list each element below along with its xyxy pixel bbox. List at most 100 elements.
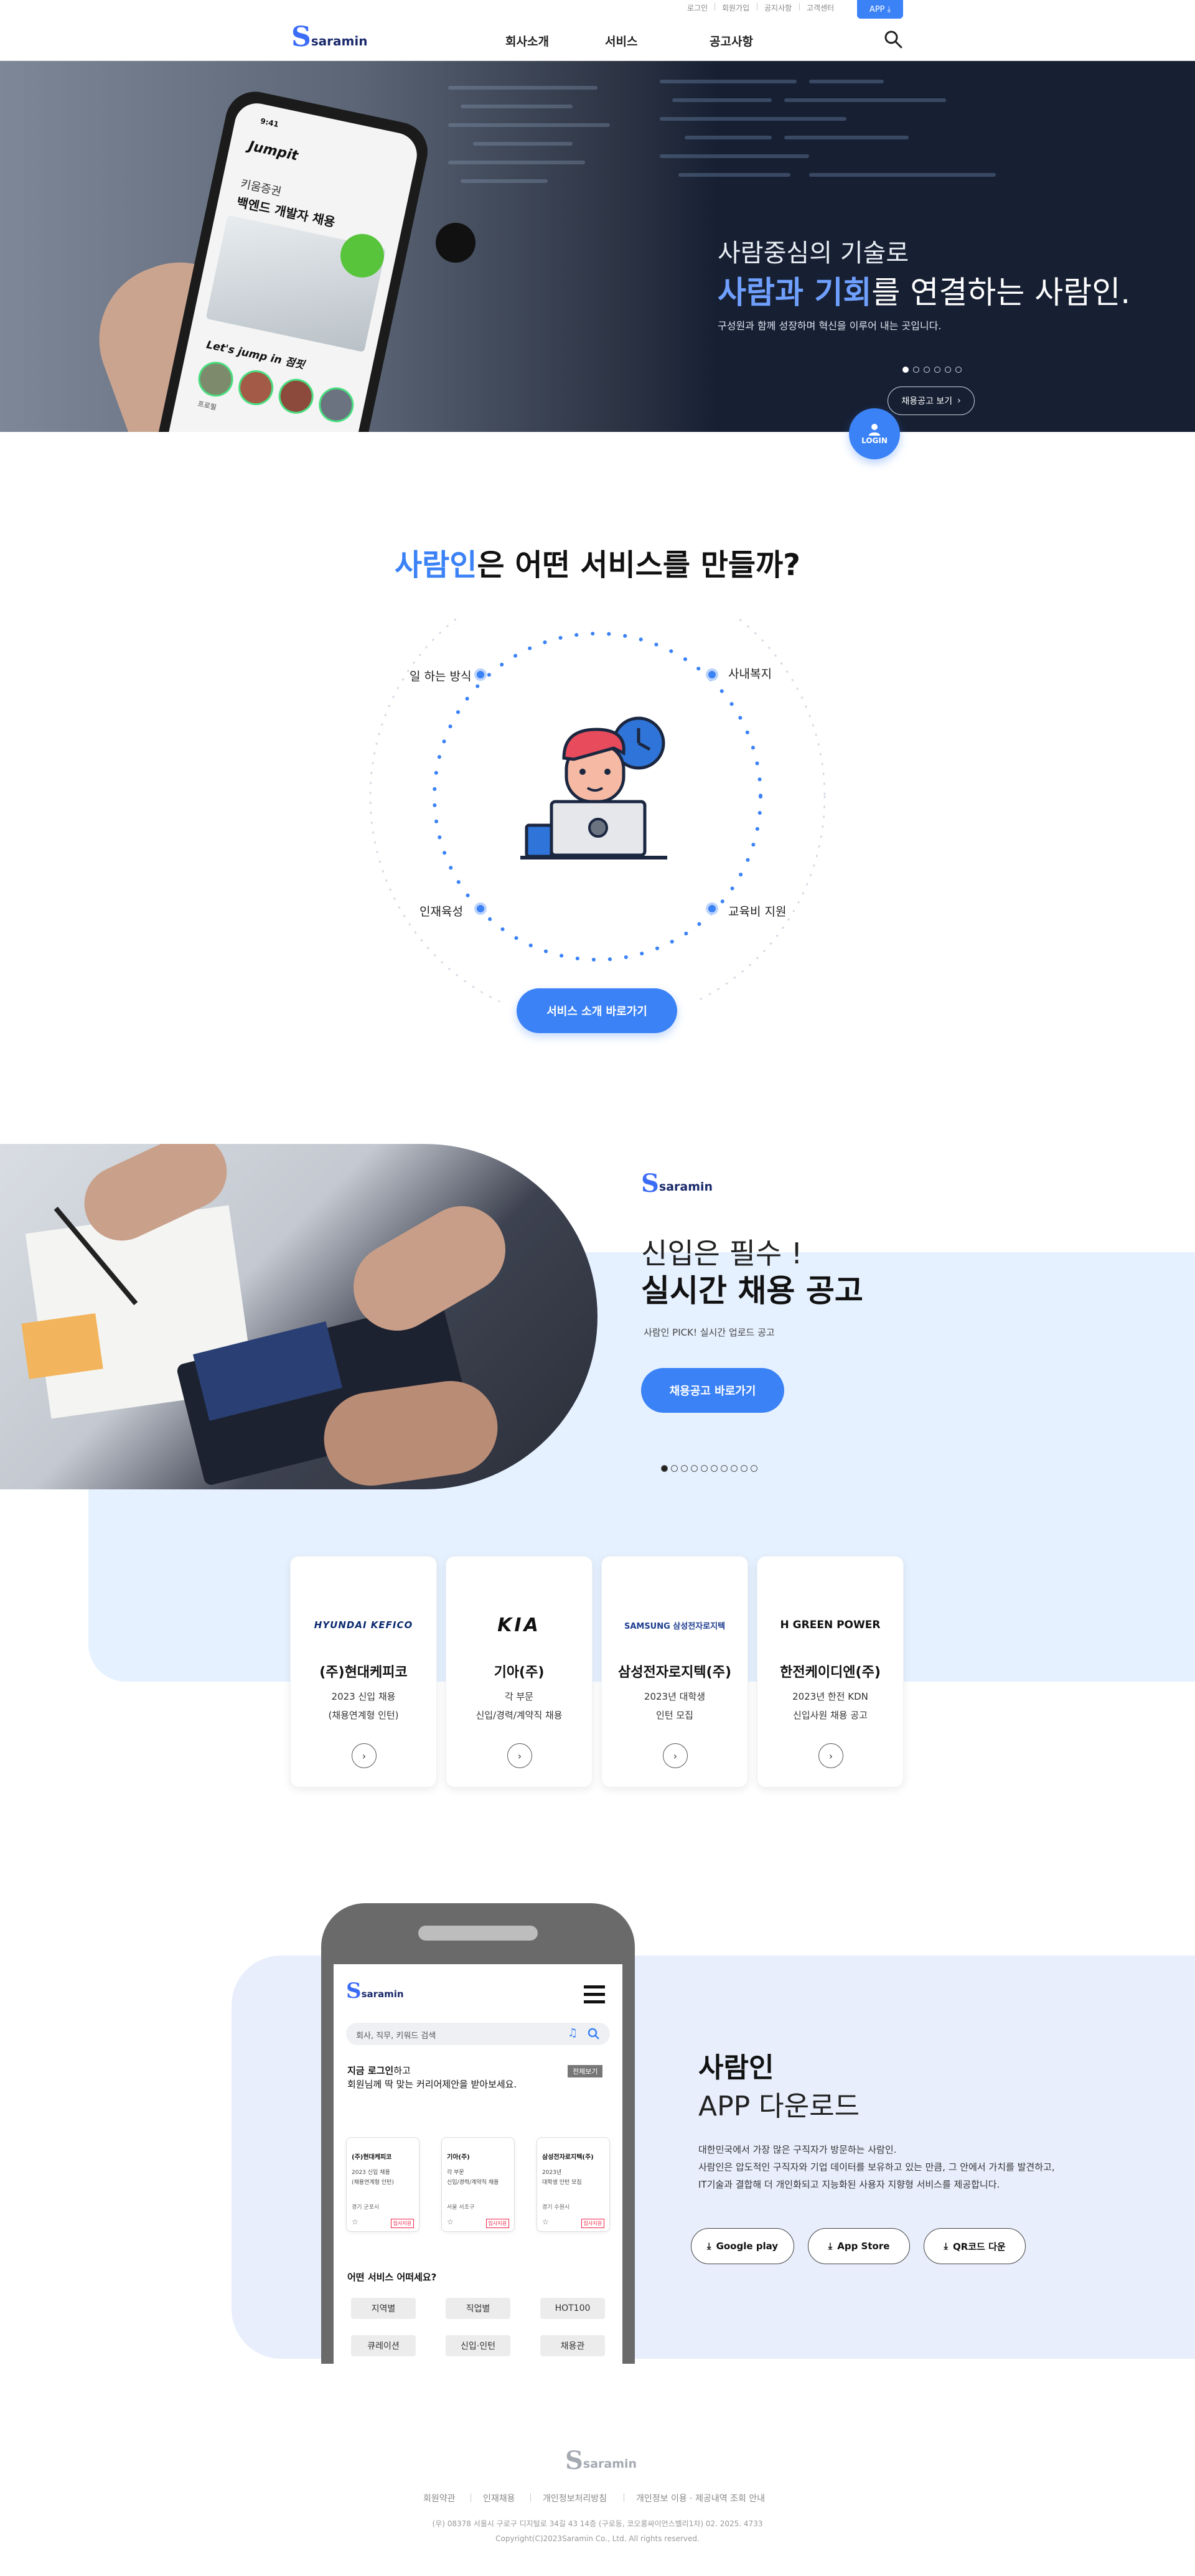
job-card[interactable]: SAMSUNG 삼성전자로지텍 삼성전자로지텍(주) 2023년 대학생 인턴 모… — [601, 1556, 748, 1787]
hero-phone-image: 9:41 Jumpit 키움증권 백엔드 개발자 채용 Let's jump i… — [152, 86, 433, 432]
mock-job-card[interactable]: 삼성전자로지텍(주) 2023년 대학생 인턴 모집 경기 수원시 ☆ 입사지원 — [537, 2137, 610, 2232]
recruit-slide-dot[interactable] — [671, 1465, 678, 1472]
app-store-button[interactable]: ⤓ App Store — [808, 2228, 910, 2264]
chevron-right-icon[interactable]: › — [818, 1743, 843, 1768]
logo-mark: S — [641, 1169, 659, 1198]
recruit-subtitle: 사람인 PICK! 실시간 업로드 공고 — [644, 1327, 775, 1338]
search-icon[interactable] — [884, 30, 902, 49]
hero-title-accent: 사람과 기회 — [718, 274, 872, 311]
mock-chip[interactable]: 직업별 — [446, 2298, 510, 2319]
footer-link-data-usage[interactable]: 개인정보 이용 · 제공내역 조회 안내 — [636, 2492, 765, 2504]
recruit-slide-dot[interactable] — [751, 1465, 757, 1472]
mock-chip[interactable]: 신입·인턴 — [446, 2335, 510, 2356]
recruit-slide-dot[interactable] — [711, 1465, 718, 1472]
services-title-accent: 사람인 — [394, 548, 477, 583]
recruit-slide-dot[interactable] — [721, 1465, 728, 1472]
recruit-slide-dot[interactable] — [691, 1465, 698, 1472]
mock-view-all-button[interactable]: 전체보기 — [568, 2065, 603, 2077]
app-description: 대한민국에서 가장 많은 구직자가 방문하는 사람인. 사람인은 압도적인 구직… — [698, 2144, 1055, 2190]
hero-slide-dot[interactable] — [955, 367, 962, 373]
user-icon — [869, 424, 880, 436]
hero-slide-dot[interactable] — [945, 367, 951, 373]
recruit-job-button[interactable]: 채용공고 바로가기 — [641, 1368, 784, 1413]
recruit-slide-dot[interactable] — [681, 1465, 688, 1472]
app-button[interactable]: APP ⤓ — [857, 0, 903, 19]
phone-app-name: Jumpit — [247, 138, 300, 164]
service-label-education: 교육비 지원 — [728, 905, 787, 919]
phone-time: 9:41 — [260, 116, 280, 129]
job-card[interactable]: KIA 기아(주) 각 부문 신입/경력/계약직 채용 › — [446, 1556, 593, 1787]
hero-slide-dot[interactable] — [902, 367, 909, 373]
login-label: LOGIN — [861, 436, 888, 445]
footer-logo[interactable]: S saramin — [565, 2448, 637, 2473]
star-icon[interactable]: ☆ — [542, 2218, 549, 2226]
mock-chip[interactable]: HOT100 — [540, 2298, 605, 2319]
footer-link-privacy[interactable]: 개인정보처리방침 — [543, 2492, 607, 2504]
hero-subtitle: 구성원과 함께 성장하며 혁신을 이루어 내는 곳입니다. — [718, 320, 942, 332]
company-logo: HYUNDAI KEFICO — [314, 1619, 413, 1631]
star-icon[interactable]: ☆ — [447, 2218, 454, 2226]
job-description: 2023년 대학생 인턴 모집 — [644, 1691, 706, 1721]
menu-icon[interactable] — [584, 1985, 605, 2004]
footer-link-careers[interactable]: 인재채용 — [483, 2492, 515, 2504]
mock-login-prompt-line2: 회원님께 딱 맞는 커리어제안을 받아보세요. — [347, 2079, 517, 2090]
hero-slide-dot[interactable] — [913, 367, 919, 373]
hero-slide-dot[interactable] — [924, 367, 930, 373]
mock-search-input[interactable]: 회사, 직무, 키워드 검색 ♫ — [346, 2023, 610, 2045]
hero-slide-dot[interactable] — [934, 367, 940, 373]
util-link-signup[interactable]: 회원가입 — [722, 2, 749, 13]
app-label: APP — [869, 4, 885, 14]
bell-icon[interactable]: ♫ — [568, 2026, 578, 2040]
logo-mark: S — [565, 2446, 583, 2475]
footer-link-terms[interactable]: 회원약관 — [423, 2492, 456, 2504]
mock-chip[interactable]: 큐레이션 — [351, 2335, 416, 2356]
chevron-right-icon[interactable]: › — [507, 1743, 532, 1768]
job-card[interactable]: H GREEN POWER 한전케이디엔(주) 2023년 한전 KDN 신입사원… — [757, 1556, 904, 1787]
company-logo: KIA — [497, 1614, 541, 1636]
site-logo[interactable]: S saramin — [291, 24, 367, 51]
logo-text: saramin — [658, 1180, 713, 1194]
company-logo: SAMSUNG 삼성전자로지텍 — [624, 1621, 726, 1631]
qr-download-button[interactable]: ⤓ QR코드 다운 — [924, 2228, 1026, 2264]
company-name: (주)현대케피코 — [319, 1665, 408, 1680]
util-link-support[interactable]: 고객센터 — [807, 2, 834, 13]
recruit-logo: S saramin — [641, 1171, 713, 1196]
nav-notice[interactable]: 공고사항 — [710, 32, 753, 49]
divider — [530, 2493, 531, 2502]
star-icon[interactable]: ☆ — [352, 2218, 358, 2226]
chevron-right-icon[interactable]: › — [663, 1743, 688, 1768]
mock-chip[interactable]: 지역별 — [351, 2298, 416, 2319]
download-icon: ⤓ — [887, 4, 891, 14]
service-label-talent: 인재육성 — [419, 905, 463, 919]
hero-job-button[interactable]: 채용공고 보기 › — [888, 386, 975, 415]
mock-logo: S saramin — [346, 1979, 404, 2003]
recruit-slide-dot[interactable] — [661, 1465, 668, 1472]
recruit-photo — [0, 1144, 598, 1489]
app-title-line1: 사람인 — [698, 2052, 774, 2084]
logo-mark: S — [291, 21, 311, 53]
search-icon[interactable] — [588, 2028, 600, 2040]
hero-title-rest: 를 연결하는 사람인. — [871, 274, 1131, 311]
service-label-workstyle: 일 하는 방식 — [410, 670, 472, 683]
nav-service[interactable]: 서비스 — [605, 32, 637, 49]
service-node — [706, 902, 718, 915]
mock-chip[interactable]: 채용관 — [540, 2335, 605, 2356]
service-intro-button[interactable]: 서비스 소개 바로가기 — [517, 988, 677, 1033]
job-card[interactable]: HYUNDAI KEFICO (주)현대케피코 2023 신입 채용 (채용연계형… — [290, 1556, 437, 1787]
google-play-button[interactable]: ⤓ Google play — [691, 2228, 794, 2264]
mock-job-card[interactable]: (주)현대케피코 2023 신입 채용 (채용연계형 인턴) 경기 군포시 ☆ 입… — [346, 2137, 419, 2232]
nav-about[interactable]: 회사소개 — [505, 32, 549, 49]
services-title-rest: 은 어떤 서비스를 만들까? — [477, 548, 801, 583]
recruit-slide-dot[interactable] — [701, 1465, 708, 1472]
chevron-right-icon[interactable]: › — [352, 1743, 377, 1768]
util-link-notice[interactable]: 공지사항 — [764, 2, 792, 13]
app-title-line2: APP 다운로드 — [698, 2091, 860, 2122]
login-button[interactable]: LOGIN — [849, 408, 900, 459]
logo-text: saramin — [311, 34, 368, 49]
recruit-slide-dot[interactable] — [731, 1465, 738, 1472]
mock-job-card[interactable]: 기아(주) 각 부문 신입/경력/계약직 채용 서울 서초구 ☆ 입사지원 — [441, 2137, 515, 2232]
hero-title-line1: 사람중심의 기술로 — [718, 239, 909, 268]
hero-job-button-label: 채용공고 보기 — [901, 396, 953, 406]
util-link-login[interactable]: 로그인 — [687, 2, 708, 13]
recruit-slide-dot[interactable] — [741, 1465, 747, 1472]
